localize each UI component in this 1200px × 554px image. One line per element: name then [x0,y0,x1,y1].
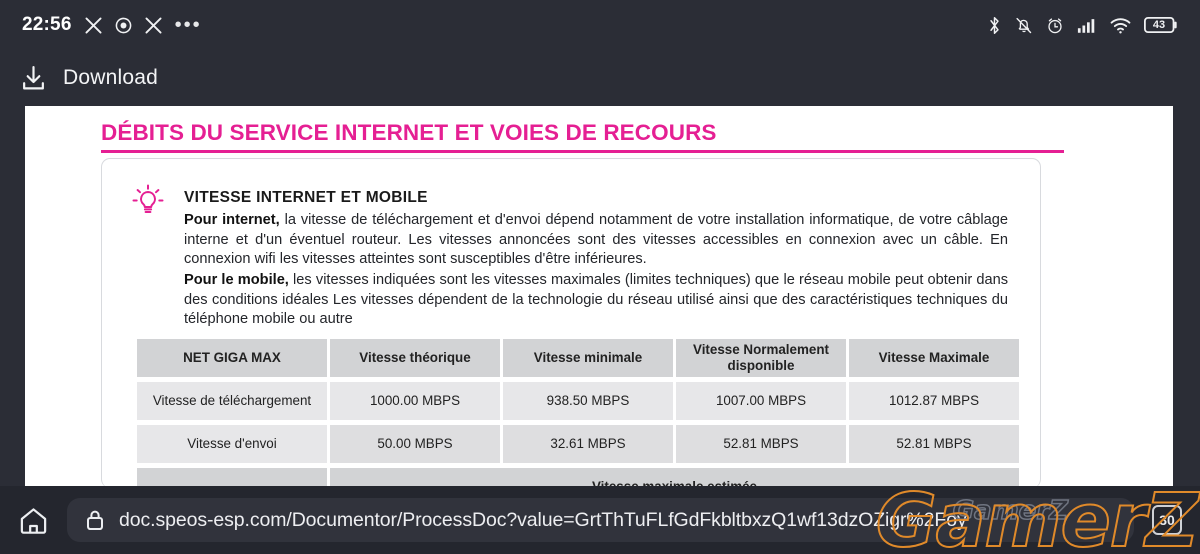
status-bar-right: 43 [987,16,1178,35]
download-icon[interactable] [20,65,47,92]
info-card: VITESSE INTERNET ET MOBILE Pour internet… [101,158,1041,486]
paragraph-internet-body: la vitesse de téléchargement et d'envoi … [184,212,1008,268]
document-page: DÉBITS DU SERVICE INTERNET ET VOIES DE R… [25,106,1173,486]
document-viewport[interactable]: DÉBITS DU SERVICE INTERNET ET VOIES DE R… [0,106,1200,486]
table-cell: 50.00 MBPS [330,425,500,463]
download-label[interactable]: Download [63,66,158,90]
url-bar[interactable]: doc.speos-esp.com/Documentor/ProcessDoc?… [67,498,1134,542]
home-icon[interactable] [18,505,49,536]
table-header-cell: Vitesse Normalement disponible [676,339,846,377]
table-cell: 32.61 MBPS [503,425,673,463]
table-header-row: NET GIGA MAX Vitesse théorique Vitesse m… [137,339,1019,377]
table-row-label: Vitesse de téléchargement [137,382,327,420]
paragraph-internet: Pour internet, la vitesse de téléchargem… [184,211,1008,270]
table-cell: 938.50 MBPS [503,382,673,420]
table-row: Vitesse de téléchargement 1000.00 MBPS 9… [137,382,1019,420]
paragraph-mobile-body: les vitesses indiquées sont les vitesses… [184,272,1009,328]
table-cell: 1000.00 MBPS [330,382,500,420]
page-title: DÉBITS DU SERVICE INTERNET ET VOIES DE R… [101,120,717,145]
table-row: Vitesse d'envoi 50.00 MBPS 32.61 MBPS 52… [137,425,1019,463]
download-bar[interactable]: Download [0,50,1200,106]
paragraph-internet-lead: Pour internet, [184,212,280,228]
x-logo-icon [85,16,102,34]
table-header-cell: NET GIGA MAX [137,339,327,377]
more-ellipsis-icon: ••• [174,14,202,36]
signal-bars-icon [1077,17,1097,34]
tab-count-button[interactable]: 30 [1152,505,1182,535]
x-logo-icon [145,16,162,34]
status-bar: 22:56 ••• 43 [0,0,1200,50]
table-header-cell: Vitesse Maximale [849,339,1019,377]
table-cell: 52.81 MBPS [676,425,846,463]
status-bar-left: 22:56 ••• [22,14,202,36]
table-mobile-row: Mobile Vitesse maximale estimée [137,468,1019,486]
browser-bottom-bar: doc.speos-esp.com/Documentor/ProcessDoc?… [0,486,1200,554]
battery-level-label: 43 [1152,19,1166,31]
table-header-cell: Vitesse minimale [503,339,673,377]
paragraph-mobile-lead: Pour le mobile, [184,272,289,288]
status-time: 22:56 [22,14,72,35]
bluetooth-icon [987,16,1002,35]
table-row-label: Vitesse d'envoi [137,425,327,463]
alarm-clock-icon [1046,16,1064,35]
paragraph-mobile: Pour le mobile, les vitesses indiquées s… [184,271,1008,330]
table-span-header: Vitesse maximale estimée [330,468,1019,486]
record-target-icon [115,17,132,34]
table-header-cell: Vitesse théorique [330,339,500,377]
table-cell: 52.81 MBPS [849,425,1019,463]
table-cell: 1012.87 MBPS [849,382,1019,420]
lock-icon [85,508,105,532]
notifications-muted-icon [1015,16,1033,35]
title-underline [101,150,1064,153]
url-text[interactable]: doc.speos-esp.com/Documentor/ProcessDoc?… [119,509,967,532]
table-cell: 1007.00 MBPS [676,382,846,420]
phone-screen: 22:56 ••• 43 Download DÉBITS DU SERVICE … [0,0,1200,554]
lightbulb-icon [128,181,168,221]
table-row-label-mobile: Mobile [137,468,327,486]
wifi-icon [1110,17,1131,34]
battery-icon: 43 [1144,16,1178,34]
card-heading: VITESSE INTERNET ET MOBILE [184,189,428,206]
speeds-table: NET GIGA MAX Vitesse théorique Vitesse m… [134,334,1022,486]
